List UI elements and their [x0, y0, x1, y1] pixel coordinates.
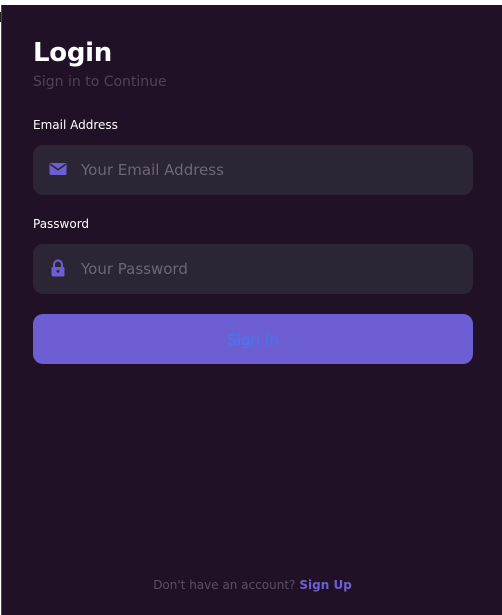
sign-in-button[interactable]: Sign In	[33, 314, 473, 364]
mail-icon	[49, 160, 67, 178]
password-input[interactable]	[81, 244, 461, 294]
password-label: Password	[33, 217, 90, 231]
sign-up-link[interactable]: Sign Up	[299, 578, 351, 592]
page-title: Login	[33, 38, 112, 68]
email-label: Email Address	[33, 118, 118, 132]
email-input[interactable]	[81, 145, 461, 195]
email-field[interactable]	[33, 145, 473, 195]
login-panel: Login Sign in to Continue Email Address …	[1, 5, 502, 615]
password-field[interactable]	[33, 244, 473, 294]
signup-prompt: Don't have an account? Sign Up	[2, 577, 502, 593]
lock-icon	[49, 259, 67, 277]
signup-prompt-text: Don't have an account?	[153, 578, 296, 592]
page-subtitle: Sign in to Continue	[33, 74, 167, 90]
